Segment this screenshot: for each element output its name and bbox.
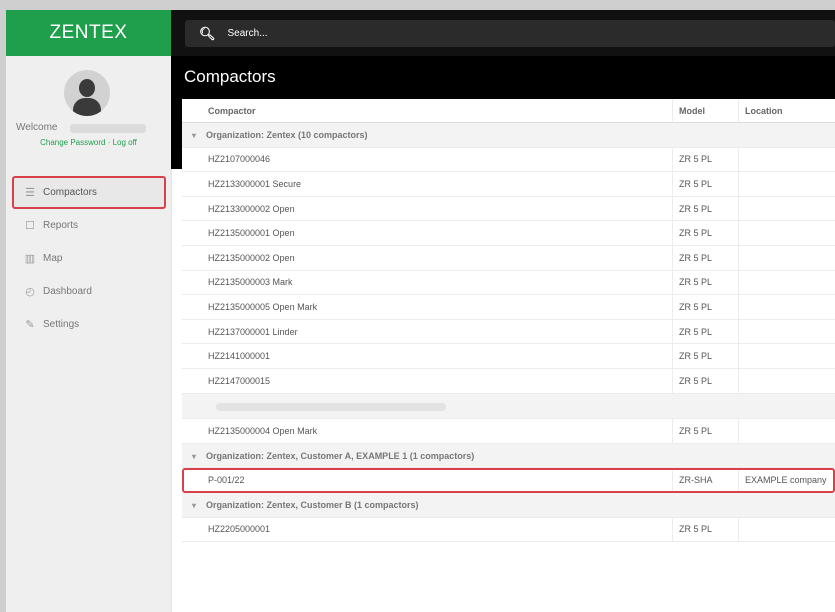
sidebar-item-dashboard[interactable]: ◴ Dashboard — [6, 275, 171, 308]
cell-location — [738, 295, 835, 319]
cell-model: ZR 5 PL — [672, 221, 738, 245]
map-icon: ▥ — [24, 253, 36, 265]
group-label: Organization: Zentex (10 compactors) — [206, 129, 368, 140]
sidebar-item-label: Settings — [43, 319, 80, 330]
compactors-table: Compactor Model Location ▾ Organization: … — [182, 99, 835, 543]
cell-compactor: HZ2133000002 Open — [208, 203, 295, 214]
group-label: Organization: Zentex, Customer A, EXAMPL… — [206, 450, 475, 461]
cell-model: ZR 5 PL — [672, 270, 738, 295]
cell-location — [738, 419, 835, 443]
cell-compactor: HZ2141000001 — [208, 351, 271, 362]
column-header-model[interactable]: Model — [672, 99, 738, 122]
cell-compactor: HZ2135000004 Open Mark — [208, 425, 318, 436]
search-input[interactable] — [225, 27, 630, 40]
table-row[interactable]: HZ2147000015 ZR 5 PL — [182, 368, 835, 394]
link-separator: · — [105, 138, 113, 147]
cell-compactor: HZ2147000015 — [208, 375, 271, 386]
table-row[interactable]: HZ2135000003 Mark ZR 5 PL — [182, 270, 835, 296]
group-label: Organization: Zentex, Customer B (1 comp… — [206, 499, 419, 510]
cell-compactor: HZ2107000046 — [208, 154, 271, 165]
table-row[interactable]: HZ2141000001 ZR 5 PL — [182, 344, 835, 369]
collapse-caret-icon[interactable]: ▾ — [192, 452, 206, 461]
redacted-username — [70, 124, 146, 133]
sidebar-item-reports[interactable]: ☐ Reports — [6, 209, 171, 242]
sidebar-item-label: Compactors — [43, 187, 97, 198]
cell-location — [738, 245, 835, 270]
search-box[interactable]: 🔍︎ — [185, 20, 835, 47]
app-window: ZENTEX Welcome Change Password · Log off… — [6, 10, 835, 612]
sidebar-item-settings[interactable]: ✎ Settings — [6, 308, 171, 341]
sidebar-item-label: Reports — [43, 220, 79, 231]
table-row[interactable]: HZ2107000046 ZR 5 PL — [182, 147, 835, 173]
wrench-icon: ✎ — [25, 319, 35, 331]
cell-model: ZR 5 PL — [672, 295, 738, 319]
avatar-icon — [64, 70, 110, 116]
cell-model: ZR 5 PL — [672, 196, 738, 221]
collapse-caret-icon[interactable]: ▾ — [192, 131, 206, 140]
cell-model: ZR 5 PL — [672, 147, 738, 172]
cell-location — [738, 196, 835, 221]
cell-model: ZR 5 PL — [672, 245, 738, 270]
table-row-selected[interactable]: P-001/22 ZR-SHA EXAMPLE company — [182, 468, 835, 493]
brand-logo: ZENTEX — [6, 10, 171, 56]
user-profile: Welcome Change Password · Log off — [6, 56, 171, 160]
cell-location — [738, 319, 835, 344]
cell-location — [738, 172, 835, 196]
cell-model: ZR 5 PL — [672, 172, 738, 196]
cell-model: ZR-SHA — [672, 468, 738, 492]
cell-location — [738, 147, 835, 172]
cell-location: EXAMPLE company — [738, 468, 835, 492]
gauge-icon: ◴ — [25, 286, 35, 298]
page-title: Compactors — [171, 56, 835, 99]
cell-location — [738, 270, 835, 295]
cell-model: ZR 5 PL — [672, 344, 738, 368]
table-row[interactable]: HZ2135000002 Open ZR 5 PL — [182, 245, 835, 271]
search-icon: 🔍︎ — [199, 25, 216, 41]
user-links: Change Password · Log off — [6, 138, 171, 147]
sidebar-nav: ☰ Compactors ☐ Reports ▥ Map ◴ Dashboard… — [6, 176, 171, 341]
table-row[interactable]: HZ2135000005 Open Mark ZR 5 PL — [182, 295, 835, 320]
change-password-link[interactable]: Change Password — [40, 138, 105, 147]
column-header-compactor[interactable]: Compactor — [182, 106, 672, 116]
cell-compactor: HZ2135000001 Open — [208, 228, 295, 239]
top-bar: 🔍︎ — [171, 10, 835, 56]
group-row[interactable]: ▾ Organization: Zentex (10 compactors) — [182, 123, 835, 148]
welcome-label: Welcome — [16, 122, 58, 133]
group-row[interactable]: ▾ Organization: Zentex, Customer A, EXAMP… — [182, 443, 835, 469]
table-row[interactable]: HZ2133000002 Open ZR 5 PL — [182, 196, 835, 222]
redacted-group-row — [182, 393, 835, 420]
cell-compactor: HZ2135000005 Open Mark — [208, 301, 318, 312]
column-header-location[interactable]: Location — [738, 99, 835, 122]
list-icon: ☰ — [25, 187, 35, 199]
log-off-link[interactable]: Log off — [113, 138, 137, 147]
sidebar-item-label: Dashboard — [43, 286, 92, 297]
table-row[interactable]: HZ2205000001 ZR 5 PL — [182, 517, 835, 543]
cell-location — [738, 221, 835, 245]
cell-compactor: HZ2205000001 — [208, 524, 271, 535]
document-icon: ☐ — [25, 220, 35, 232]
group-row[interactable]: ▾ Organization: Zentex, Customer B (1 com… — [182, 492, 835, 518]
table-row[interactable]: HZ2135000001 Open ZR 5 PL — [182, 221, 835, 246]
cell-location — [738, 368, 835, 393]
table-row[interactable]: HZ2133000001 Secure ZR 5 PL — [182, 172, 835, 197]
cell-model: ZR 5 PL — [672, 319, 738, 344]
cell-compactor: HZ2135000003 Mark — [208, 277, 293, 288]
cell-compactor: HZ2135000002 Open — [208, 252, 295, 263]
cell-compactor: P-001/22 — [208, 475, 245, 486]
cell-model: ZR 5 PL — [672, 368, 738, 393]
cell-location — [738, 517, 835, 542]
cell-compactor: HZ2133000001 Secure — [208, 178, 302, 189]
table-row[interactable]: HZ2135000004 Open Mark ZR 5 PL — [182, 419, 835, 444]
cell-compactor: HZ2137000001 Linder — [208, 326, 298, 337]
cell-model: ZR 5 PL — [672, 419, 738, 443]
table-row[interactable]: HZ2137000001 Linder ZR 5 PL — [182, 319, 835, 345]
sidebar: ZENTEX Welcome Change Password · Log off… — [6, 10, 172, 612]
sidebar-item-map[interactable]: ▥ Map — [6, 242, 171, 275]
cell-location — [738, 344, 835, 368]
table-header: Compactor Model Location — [182, 99, 835, 123]
collapse-caret-icon[interactable]: ▾ — [192, 501, 206, 510]
cell-model: ZR 5 PL — [672, 517, 738, 542]
sidebar-item-label: Map — [43, 253, 63, 264]
sidebar-item-compactors[interactable]: ☰ Compactors — [12, 176, 166, 209]
